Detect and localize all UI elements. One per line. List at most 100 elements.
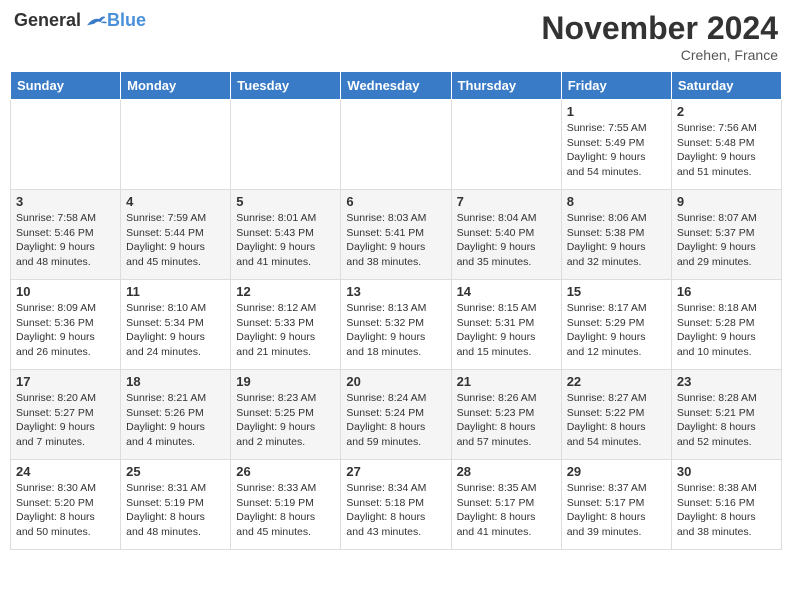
day-number: 11 — [126, 284, 225, 299]
calendar-cell: 13Sunrise: 8:13 AMSunset: 5:32 PMDayligh… — [341, 280, 451, 370]
day-info: Sunrise: 8:10 AMSunset: 5:34 PMDaylight:… — [126, 301, 225, 360]
day-info: Sunrise: 8:04 AMSunset: 5:40 PMDaylight:… — [457, 211, 556, 270]
calendar-cell — [231, 100, 341, 190]
weekday-header-saturday: Saturday — [671, 72, 781, 100]
day-number: 20 — [346, 374, 445, 389]
calendar-cell — [341, 100, 451, 190]
logo-blue-text: Blue — [107, 10, 146, 31]
day-info: Sunrise: 8:28 AMSunset: 5:21 PMDaylight:… — [677, 391, 776, 450]
weekday-header-row: SundayMondayTuesdayWednesdayThursdayFrid… — [11, 72, 782, 100]
calendar-cell — [11, 100, 121, 190]
day-number: 16 — [677, 284, 776, 299]
day-number: 24 — [16, 464, 115, 479]
day-number: 23 — [677, 374, 776, 389]
calendar-cell: 25 Sunrise: 8:31 AMSunset: 5:19 PMDayligh… — [121, 460, 231, 550]
day-number: 30 — [677, 464, 776, 479]
day-number: 12 — [236, 284, 335, 299]
calendar-cell: 14Sunrise: 8:15 AMSunset: 5:31 PMDayligh… — [451, 280, 561, 370]
day-info: Sunrise: 8:35 AMSunset: 5:17 PMDaylight:… — [457, 481, 556, 540]
month-title: November 2024 — [541, 10, 778, 47]
calendar-cell: 30 Sunrise: 8:38 AMSunset: 5:16 PMDayligh… — [671, 460, 781, 550]
day-info: Sunrise: 8:27 AMSunset: 5:22 PMDaylight:… — [567, 391, 666, 450]
day-info: Sunrise: 8:21 AMSunset: 5:26 PMDaylight:… — [126, 391, 225, 450]
calendar-cell: 27 Sunrise: 8:34 AMSunset: 5:18 PMDayligh… — [341, 460, 451, 550]
day-number: 6 — [346, 194, 445, 209]
day-number: 1 — [567, 104, 666, 119]
day-number: 5 — [236, 194, 335, 209]
calendar-cell: 19 Sunrise: 8:23 AMSunset: 5:25 PMDayligh… — [231, 370, 341, 460]
calendar-week-row: 3Sunrise: 7:58 AMSunset: 5:46 PMDaylight… — [11, 190, 782, 280]
weekday-header-wednesday: Wednesday — [341, 72, 451, 100]
calendar-cell: 17Sunrise: 8:20 AMSunset: 5:27 PMDayligh… — [11, 370, 121, 460]
calendar-cell: 11 Sunrise: 8:10 AMSunset: 5:34 PMDayligh… — [121, 280, 231, 370]
day-number: 15 — [567, 284, 666, 299]
calendar-cell: 16 Sunrise: 8:18 AMSunset: 5:28 PMDayligh… — [671, 280, 781, 370]
calendar-cell: 7 Sunrise: 8:04 AMSunset: 5:40 PMDaylight… — [451, 190, 561, 280]
calendar-cell: 18 Sunrise: 8:21 AMSunset: 5:26 PMDayligh… — [121, 370, 231, 460]
calendar-cell: 12 Sunrise: 8:12 AMSunset: 5:33 PMDayligh… — [231, 280, 341, 370]
calendar-cell — [121, 100, 231, 190]
day-info: Sunrise: 8:15 AMSunset: 5:31 PMDaylight:… — [457, 301, 556, 360]
day-info: Sunrise: 8:06 AMSunset: 5:38 PMDaylight:… — [567, 211, 666, 270]
day-info: Sunrise: 8:09 AMSunset: 5:36 PMDaylight:… — [16, 301, 115, 360]
calendar-cell: 3Sunrise: 7:58 AMSunset: 5:46 PMDaylight… — [11, 190, 121, 280]
day-info: Sunrise: 8:24 AMSunset: 5:24 PMDaylight:… — [346, 391, 445, 450]
calendar-cell: 20 Sunrise: 8:24 AMSunset: 5:24 PMDayligh… — [341, 370, 451, 460]
day-info: Sunrise: 8:20 AMSunset: 5:27 PMDaylight:… — [16, 391, 115, 450]
day-info: Sunrise: 7:59 AMSunset: 5:44 PMDaylight:… — [126, 211, 225, 270]
calendar-cell: 23 Sunrise: 8:28 AMSunset: 5:21 PMDayligh… — [671, 370, 781, 460]
day-info: Sunrise: 8:23 AMSunset: 5:25 PMDaylight:… — [236, 391, 335, 450]
calendar-week-row: 17Sunrise: 8:20 AMSunset: 5:27 PMDayligh… — [11, 370, 782, 460]
day-number: 7 — [457, 194, 556, 209]
calendar-cell: 5 Sunrise: 8:01 AMSunset: 5:43 PMDaylight… — [231, 190, 341, 280]
day-info: Sunrise: 8:17 AMSunset: 5:29 PMDaylight:… — [567, 301, 666, 360]
day-info: Sunrise: 8:18 AMSunset: 5:28 PMDaylight:… — [677, 301, 776, 360]
day-info: Sunrise: 8:03 AMSunset: 5:41 PMDaylight:… — [346, 211, 445, 270]
calendar-cell: 2 Sunrise: 7:56 AMSunset: 5:48 PMDaylight… — [671, 100, 781, 190]
day-info: Sunrise: 7:56 AMSunset: 5:48 PMDaylight:… — [677, 121, 776, 180]
day-info: Sunrise: 8:13 AMSunset: 5:32 PMDaylight:… — [346, 301, 445, 360]
calendar-cell: 15 Sunrise: 8:17 AMSunset: 5:29 PMDayligh… — [561, 280, 671, 370]
calendar-cell — [451, 100, 561, 190]
day-number: 2 — [677, 104, 776, 119]
calendar-cell: 4Sunrise: 7:59 AMSunset: 5:44 PMDaylight… — [121, 190, 231, 280]
day-info: Sunrise: 8:07 AMSunset: 5:37 PMDaylight:… — [677, 211, 776, 270]
weekday-header-tuesday: Tuesday — [231, 72, 341, 100]
day-number: 19 — [236, 374, 335, 389]
calendar-table: SundayMondayTuesdayWednesdayThursdayFrid… — [10, 71, 782, 550]
day-info: Sunrise: 8:26 AMSunset: 5:23 PMDaylight:… — [457, 391, 556, 450]
calendar-cell: 22 Sunrise: 8:27 AMSunset: 5:22 PMDayligh… — [561, 370, 671, 460]
calendar-cell: 6 Sunrise: 8:03 AMSunset: 5:41 PMDaylight… — [341, 190, 451, 280]
day-info: Sunrise: 8:12 AMSunset: 5:33 PMDaylight:… — [236, 301, 335, 360]
day-number: 26 — [236, 464, 335, 479]
day-info: Sunrise: 8:34 AMSunset: 5:18 PMDaylight:… — [346, 481, 445, 540]
day-number: 22 — [567, 374, 666, 389]
day-info: Sunrise: 8:37 AMSunset: 5:17 PMDaylight:… — [567, 481, 666, 540]
day-info: Sunrise: 8:01 AMSunset: 5:43 PMDaylight:… — [236, 211, 335, 270]
weekday-header-thursday: Thursday — [451, 72, 561, 100]
day-info: Sunrise: 8:33 AMSunset: 5:19 PMDaylight:… — [236, 481, 335, 540]
calendar-cell: 10 Sunrise: 8:09 AMSunset: 5:36 PMDayligh… — [11, 280, 121, 370]
day-info: Sunrise: 8:31 AMSunset: 5:19 PMDaylight:… — [126, 481, 225, 540]
day-info: Sunrise: 7:55 AMSunset: 5:49 PMDaylight:… — [567, 121, 666, 180]
calendar-cell: 9Sunrise: 8:07 AMSunset: 5:37 PMDaylight… — [671, 190, 781, 280]
day-number: 8 — [567, 194, 666, 209]
calendar-cell: 21 Sunrise: 8:26 AMSunset: 5:23 PMDayligh… — [451, 370, 561, 460]
weekday-header-monday: Monday — [121, 72, 231, 100]
logo: General Blue — [14, 10, 146, 31]
calendar-cell: 8 Sunrise: 8:06 AMSunset: 5:38 PMDaylight… — [561, 190, 671, 280]
day-number: 28 — [457, 464, 556, 479]
day-info: Sunrise: 8:30 AMSunset: 5:20 PMDaylight:… — [16, 481, 115, 540]
weekday-header-friday: Friday — [561, 72, 671, 100]
calendar-cell: 1 Sunrise: 7:55 AMSunset: 5:49 PMDaylight… — [561, 100, 671, 190]
day-number: 21 — [457, 374, 556, 389]
day-number: 10 — [16, 284, 115, 299]
title-area: November 2024 Crehen, France — [541, 10, 778, 63]
logo-bird-icon — [83, 11, 107, 31]
logo-general-text: General — [14, 10, 81, 31]
day-number: 25 — [126, 464, 225, 479]
calendar-cell: 28 Sunrise: 8:35 AMSunset: 5:17 PMDayligh… — [451, 460, 561, 550]
day-number: 27 — [346, 464, 445, 479]
day-number: 18 — [126, 374, 225, 389]
day-info: Sunrise: 8:38 AMSunset: 5:16 PMDaylight:… — [677, 481, 776, 540]
